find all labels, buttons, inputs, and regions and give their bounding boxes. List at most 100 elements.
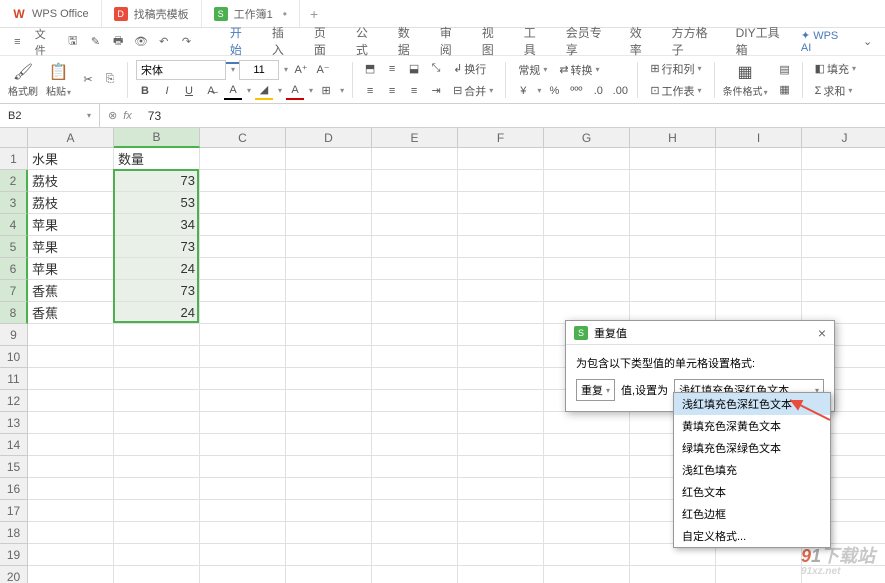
cell[interactable]: [544, 456, 630, 478]
cell[interactable]: [372, 192, 458, 214]
new-icon[interactable]: ✎: [86, 32, 105, 52]
cell-styles-icon[interactable]: ▦: [776, 81, 794, 99]
cell[interactable]: [630, 280, 716, 302]
cell[interactable]: [458, 192, 544, 214]
row-header[interactable]: 8: [0, 302, 28, 324]
row-header[interactable]: 1: [0, 148, 28, 170]
column-header[interactable]: A: [28, 128, 114, 148]
number-format-select[interactable]: 常规 ▾: [514, 60, 551, 80]
row-header[interactable]: 11: [0, 368, 28, 390]
copy-icon[interactable]: ⎘: [101, 71, 119, 89]
cell[interactable]: [544, 434, 630, 456]
cell[interactable]: [200, 390, 286, 412]
fx-icon[interactable]: fx: [123, 110, 132, 122]
row-header[interactable]: 7: [0, 280, 28, 302]
row-header[interactable]: 2: [0, 170, 28, 192]
close-icon[interactable]: •: [283, 7, 287, 21]
row-header[interactable]: 13: [0, 412, 28, 434]
percent-icon[interactable]: %: [545, 82, 563, 100]
convert-button[interactable]: ⇄ 转换▾: [555, 60, 603, 80]
cell[interactable]: [200, 434, 286, 456]
cell[interactable]: [802, 280, 885, 302]
tab-start[interactable]: 开始: [220, 20, 262, 64]
tab-diy[interactable]: DIY工具箱: [726, 20, 797, 64]
row-header[interactable]: 4: [0, 214, 28, 236]
column-header[interactable]: I: [716, 128, 802, 148]
row-header[interactable]: 19: [0, 544, 28, 566]
cell[interactable]: [200, 566, 286, 583]
cell[interactable]: [544, 412, 630, 434]
cell[interactable]: [544, 478, 630, 500]
row-header[interactable]: 10: [0, 346, 28, 368]
cell[interactable]: [114, 478, 200, 500]
cell[interactable]: [372, 368, 458, 390]
cell[interactable]: [458, 522, 544, 544]
dropdown-option[interactable]: 浅红填充色深红色文本: [674, 393, 830, 415]
column-header[interactable]: B: [114, 128, 200, 148]
cell[interactable]: 数量: [114, 148, 200, 170]
preview-icon[interactable]: 👁: [132, 32, 151, 52]
cell[interactable]: [114, 456, 200, 478]
row-header[interactable]: 18: [0, 522, 28, 544]
cell[interactable]: [286, 346, 372, 368]
cond-format-button[interactable]: ▦ 条件格式▾: [723, 62, 768, 98]
cell[interactable]: [372, 346, 458, 368]
wps-ai-button[interactable]: ✦ WPS AI: [801, 29, 848, 54]
cell[interactable]: [544, 522, 630, 544]
cell[interactable]: [372, 302, 458, 324]
cell[interactable]: [630, 214, 716, 236]
cell[interactable]: [544, 544, 630, 566]
cell[interactable]: [372, 324, 458, 346]
cell[interactable]: [286, 280, 372, 302]
format-brush-button[interactable]: 🖌 格式刷: [8, 62, 38, 98]
cell[interactable]: 苹果: [28, 214, 114, 236]
cell[interactable]: [458, 236, 544, 258]
row-header[interactable]: 16: [0, 478, 28, 500]
tab-review[interactable]: 审阅: [430, 20, 472, 64]
dialog-close-icon[interactable]: ×: [818, 325, 826, 341]
row-header[interactable]: 20: [0, 566, 28, 583]
cell[interactable]: [716, 236, 802, 258]
dropdown-option[interactable]: 红色文本: [674, 481, 830, 503]
cell[interactable]: [544, 566, 630, 583]
cell[interactable]: [716, 280, 802, 302]
cell[interactable]: [286, 434, 372, 456]
cell[interactable]: [286, 214, 372, 236]
align-right-icon[interactable]: ≡: [405, 82, 423, 100]
cell[interactable]: [458, 390, 544, 412]
styles-icon[interactable]: ▤: [776, 61, 794, 79]
column-header[interactable]: G: [544, 128, 630, 148]
cell[interactable]: [200, 544, 286, 566]
cell[interactable]: [372, 390, 458, 412]
cell[interactable]: [544, 170, 630, 192]
cell[interactable]: [114, 500, 200, 522]
cell[interactable]: [802, 192, 885, 214]
cell[interactable]: [458, 368, 544, 390]
border-icon[interactable]: ⊞: [317, 82, 335, 100]
cell[interactable]: [114, 434, 200, 456]
cell[interactable]: 34: [114, 214, 200, 236]
increase-decimal-icon[interactable]: .00: [611, 82, 629, 100]
cell[interactable]: [372, 148, 458, 170]
cell[interactable]: [372, 456, 458, 478]
cell[interactable]: [716, 170, 802, 192]
cell[interactable]: [372, 522, 458, 544]
print-icon[interactable]: 🖶: [109, 32, 128, 52]
cell[interactable]: [28, 390, 114, 412]
cell[interactable]: [458, 346, 544, 368]
cell[interactable]: [630, 170, 716, 192]
cell[interactable]: [716, 214, 802, 236]
cell[interactable]: [114, 412, 200, 434]
cell[interactable]: [458, 302, 544, 324]
rowcol-button[interactable]: ⊞ 行和列▾: [646, 59, 705, 79]
cell[interactable]: [544, 148, 630, 170]
cell[interactable]: [372, 280, 458, 302]
cell[interactable]: [28, 500, 114, 522]
cell[interactable]: [630, 148, 716, 170]
cell[interactable]: [114, 324, 200, 346]
cell[interactable]: [716, 566, 802, 583]
cell[interactable]: [28, 478, 114, 500]
cell[interactable]: [286, 368, 372, 390]
cell[interactable]: [286, 302, 372, 324]
cell[interactable]: [28, 324, 114, 346]
